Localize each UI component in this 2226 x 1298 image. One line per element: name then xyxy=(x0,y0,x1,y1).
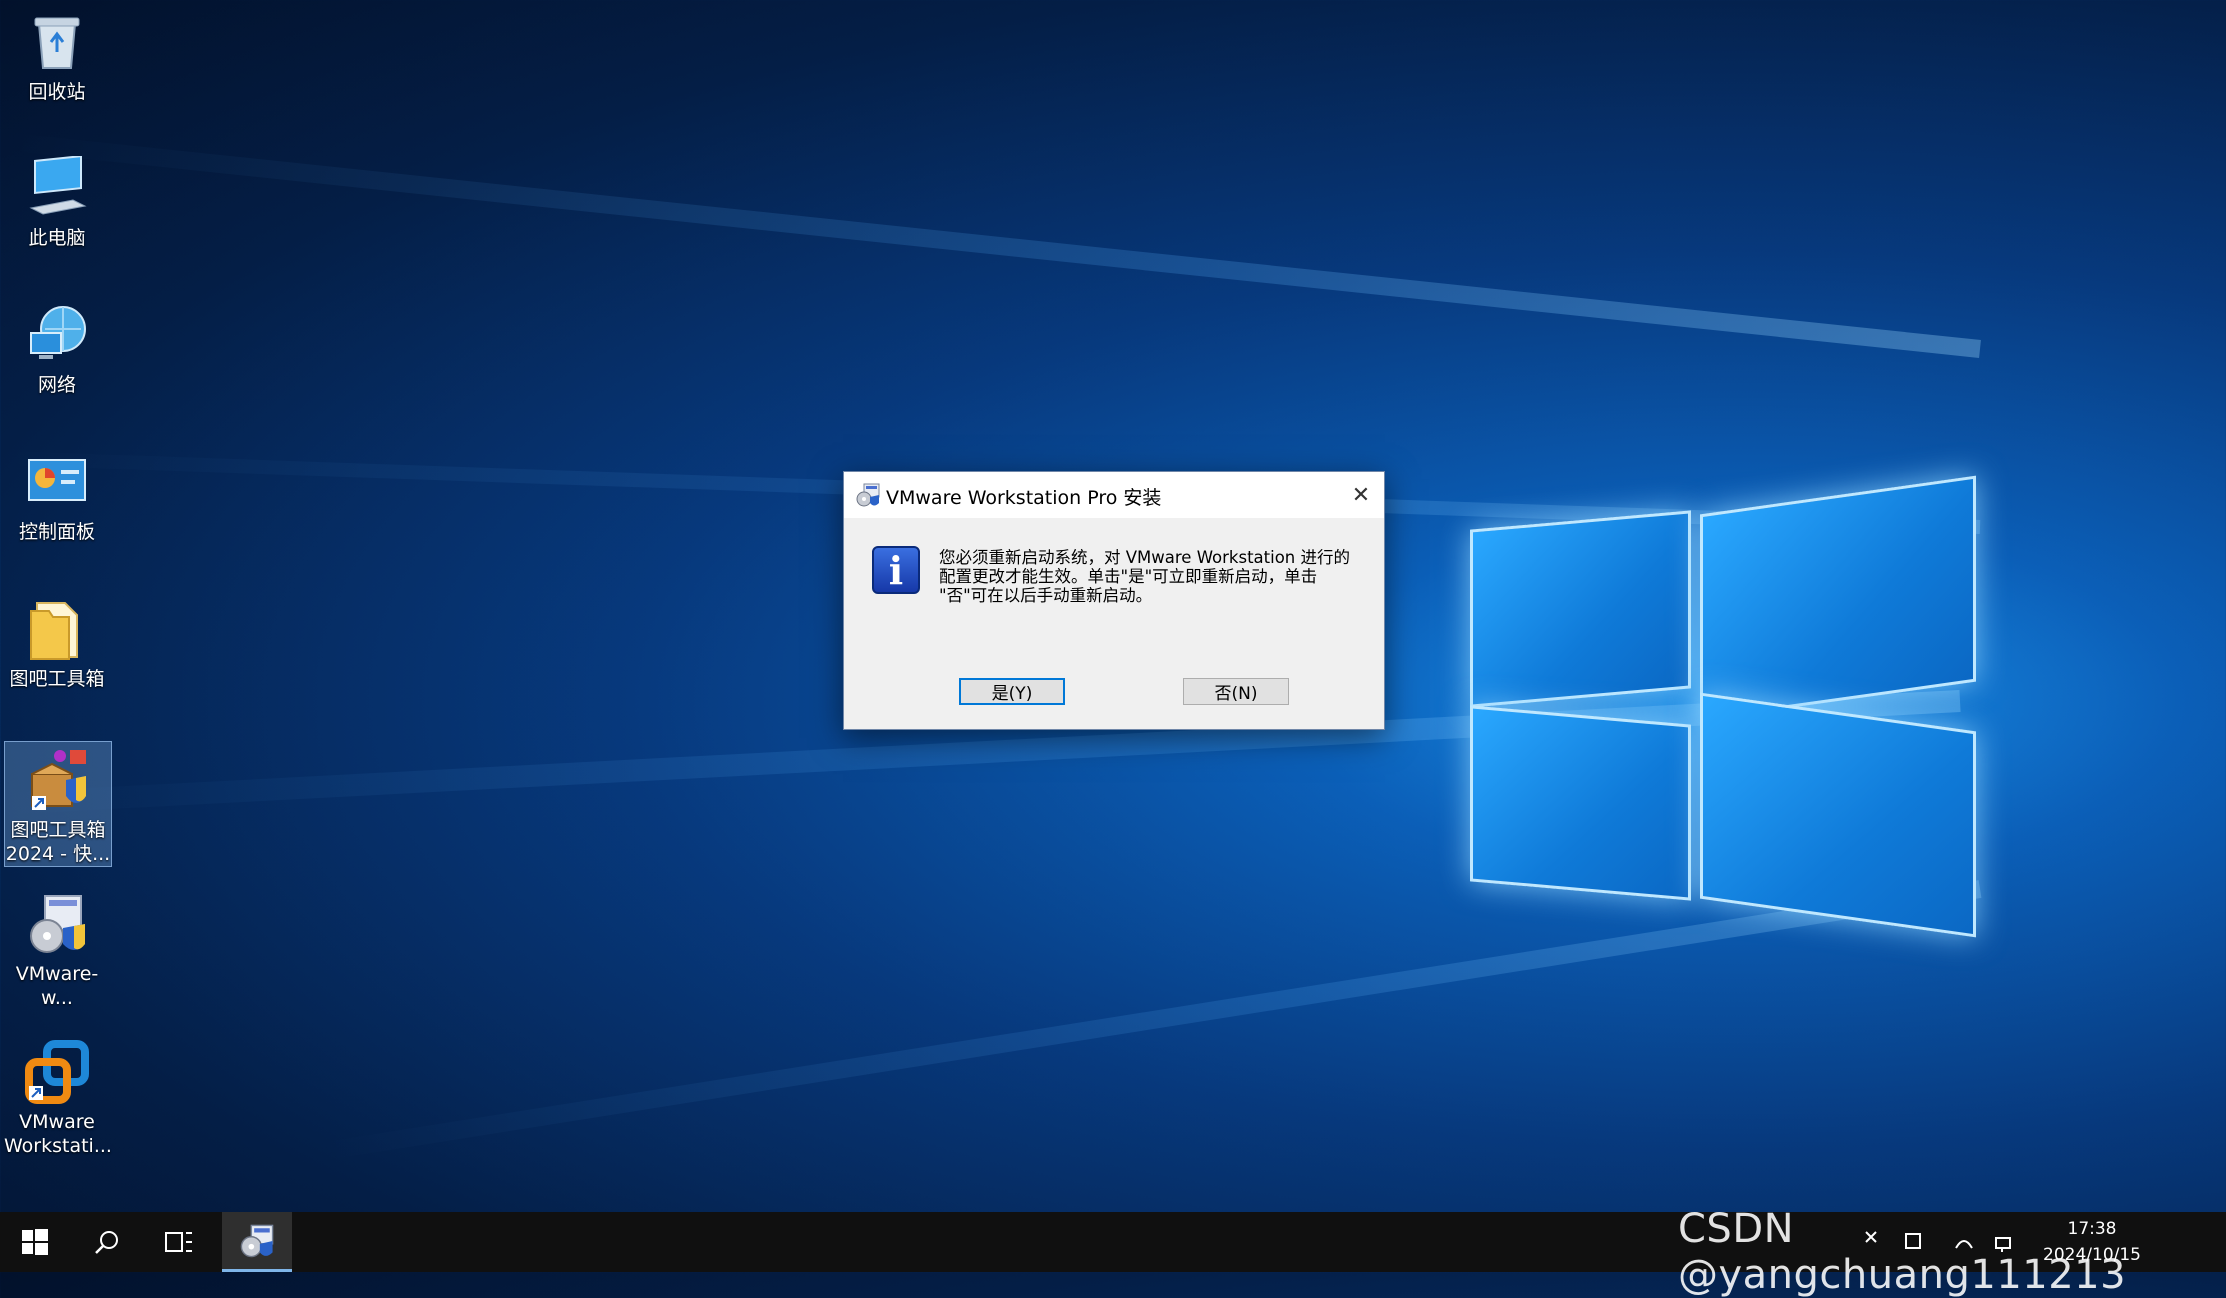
installer-icon xyxy=(25,892,89,956)
desktop-icon-label-line2: Workstati... xyxy=(4,1135,112,1157)
start-button[interactable] xyxy=(0,1212,70,1272)
dialog-title: VMware Workstation Pro 安装 xyxy=(886,487,1162,509)
desktop-icon-tuba-folder[interactable]: 图吧工具箱 xyxy=(4,591,110,693)
taskbar-installer-app[interactable] xyxy=(222,1212,292,1272)
desktop-icon-label: 控制面板 xyxy=(18,521,95,543)
windows-start-icon xyxy=(22,1229,48,1255)
close-icon: ✕ xyxy=(1351,482,1371,508)
vmware-icon xyxy=(25,1040,89,1104)
desktop-icon-label: VMware-w... xyxy=(15,963,99,1009)
dialog-close-button[interactable]: ✕ xyxy=(1338,472,1384,518)
logo-pane-top-left xyxy=(1470,510,1691,708)
restart-dialog: VMware Workstation Pro 安装 ✕ i 您必须重新启动系统，… xyxy=(843,471,1385,730)
control-panel-icon xyxy=(25,450,89,514)
desktop-icon-label: 图吧工具箱 xyxy=(9,668,105,690)
desktop-icon-tuba-shortcut[interactable]: 图吧工具箱 2024 - 快... xyxy=(4,741,112,867)
dialog-message-line: "否"可在以后手动重新启动。 xyxy=(939,586,1153,605)
toolbox-shortcut-icon xyxy=(26,748,90,812)
logo-pane-top-right xyxy=(1700,475,1976,721)
no-button[interactable]: 否(N) xyxy=(1183,678,1289,705)
desktop-icon-label-line1: VMware xyxy=(19,1111,95,1133)
desktop-icon-vmware-workstation[interactable]: VMware Workstati... xyxy=(4,1034,112,1158)
search-icon xyxy=(95,1231,118,1254)
light-beam xyxy=(9,133,1981,358)
windows-logo-wallpaper xyxy=(1460,450,1980,970)
desktop-icon-vmware-installer[interactable]: VMware-w... xyxy=(4,886,110,1009)
desktop-icon-label: 网络 xyxy=(37,374,76,396)
dialog-message-line: 您必须重新启动系统，对 VMware Workstation 进行的 xyxy=(939,548,1351,567)
info-icon: i xyxy=(872,546,920,594)
installer-title-icon xyxy=(856,483,880,507)
desktop-icon-label: 此电脑 xyxy=(28,227,86,249)
logo-pane-bottom-left xyxy=(1470,705,1691,901)
dialog-titlebar[interactable]: VMware Workstation Pro 安装 ✕ xyxy=(844,472,1384,518)
search-button[interactable] xyxy=(72,1212,142,1272)
network-icon xyxy=(25,303,89,367)
desktop-icon-label-line1: 图吧工具箱 xyxy=(10,819,106,841)
logo-pane-bottom-right xyxy=(1700,692,1976,938)
desktop-icon-label: 回收站 xyxy=(28,81,86,103)
desktop-icon-recycle-bin[interactable]: 回收站 xyxy=(4,4,110,106)
dialog-message: 您必须重新启动系统，对 VMware Workstation 进行的 配置更改才… xyxy=(939,548,1359,605)
task-view-button[interactable] xyxy=(144,1212,214,1272)
installer-taskbar-icon xyxy=(240,1224,274,1257)
computer-icon xyxy=(25,155,89,220)
dialog-message-line: 配置更改才能生效。单击"是"可立即重新启动，单击 xyxy=(939,567,1318,586)
desktop-icon-control-panel[interactable]: 控制面板 xyxy=(4,444,110,546)
desktop-icon-network[interactable]: 网络 xyxy=(4,297,110,399)
desktop-icon-this-pc[interactable]: 此电脑 xyxy=(4,150,110,252)
recycle-bin-icon xyxy=(25,10,89,74)
csdn-watermark: CSDN @yangchuang111213 xyxy=(1678,1206,2127,1298)
task-view-icon xyxy=(165,1232,192,1252)
desktop-icon-label-line2: 2024 - 快... xyxy=(5,843,111,865)
folder-icon xyxy=(25,597,89,661)
yes-button[interactable]: 是(Y) xyxy=(959,678,1065,705)
